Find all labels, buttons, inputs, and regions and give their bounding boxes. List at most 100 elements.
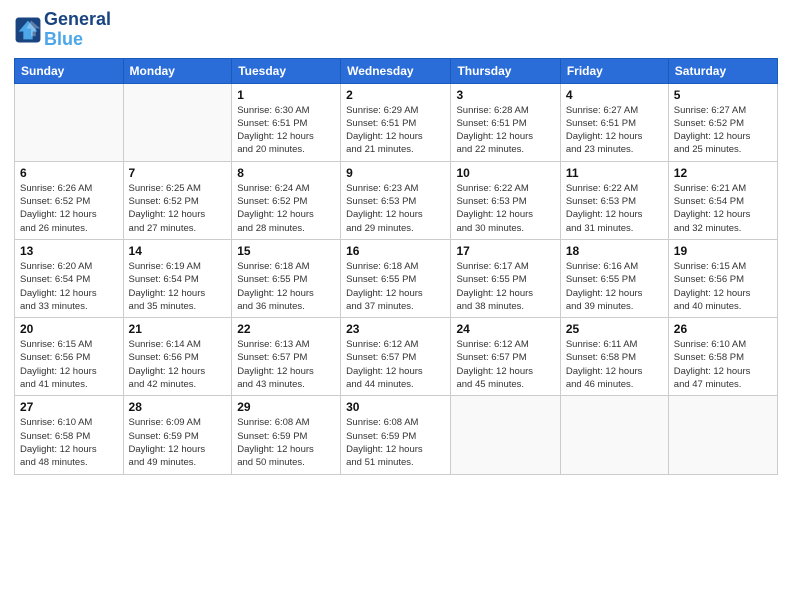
weekday-header-row: SundayMondayTuesdayWednesdayThursdayFrid… [15, 58, 778, 83]
day-number: 1 [237, 88, 335, 102]
day-info: Sunrise: 6:29 AM Sunset: 6:51 PM Dayligh… [346, 104, 445, 157]
day-info: Sunrise: 6:19 AM Sunset: 6:54 PM Dayligh… [129, 260, 227, 313]
calendar-cell: 17 Sunrise: 6:17 AM Sunset: 6:55 PM Dayli… [451, 239, 560, 317]
day-info: Sunrise: 6:20 AM Sunset: 6:54 PM Dayligh… [20, 260, 118, 313]
day-number: 10 [456, 166, 554, 180]
weekday-header-saturday: Saturday [668, 58, 777, 83]
logo: GeneralBlue [14, 10, 111, 50]
day-info: Sunrise: 6:10 AM Sunset: 6:58 PM Dayligh… [674, 338, 772, 391]
day-number: 25 [566, 322, 663, 336]
calendar-cell: 24Sunrise: 6:12 AM Sunset: 6:57 PM Dayli… [451, 318, 560, 396]
weekday-header-tuesday: Tuesday [232, 58, 341, 83]
weekday-header-monday: Monday [123, 58, 232, 83]
day-info: Sunrise: 6:27 AM Sunset: 6:51 PM Dayligh… [566, 104, 663, 157]
day-info: Sunrise: 6:13 AM Sunset: 6:57 PM Dayligh… [237, 338, 335, 391]
calendar-cell: 3 Sunrise: 6:28 AM Sunset: 6:51 PM Daylig… [451, 83, 560, 161]
day-number: 2 [346, 88, 445, 102]
calendar-cell: 18 Sunrise: 6:16 AM Sunset: 6:55 PM Dayli… [560, 239, 668, 317]
day-info: Sunrise: 6:23 AM Sunset: 6:53 PM Dayligh… [346, 182, 445, 235]
day-info: Sunrise: 6:08 AM Sunset: 6:59 PM Dayligh… [346, 416, 445, 469]
day-number: 18 [566, 244, 663, 258]
calendar-cell: 27 Sunrise: 6:10 AM Sunset: 6:58 PM Dayli… [15, 396, 124, 474]
week-row-1: 1 Sunrise: 6:30 AM Sunset: 6:51 PM Daylig… [15, 83, 778, 161]
day-number: 8 [237, 166, 335, 180]
day-info: Sunrise: 6:24 AM Sunset: 6:52 PM Dayligh… [237, 182, 335, 235]
calendar-cell: 16Sunrise: 6:18 AM Sunset: 6:55 PM Dayli… [341, 239, 451, 317]
day-number: 14 [129, 244, 227, 258]
day-info: Sunrise: 6:10 AM Sunset: 6:58 PM Dayligh… [20, 416, 118, 469]
day-info: Sunrise: 6:11 AM Sunset: 6:58 PM Dayligh… [566, 338, 663, 391]
day-info: Sunrise: 6:14 AM Sunset: 6:56 PM Dayligh… [129, 338, 227, 391]
calendar-cell: 1 Sunrise: 6:30 AM Sunset: 6:51 PM Daylig… [232, 83, 341, 161]
day-number: 28 [129, 400, 227, 414]
day-number: 24 [456, 322, 554, 336]
weekday-header-friday: Friday [560, 58, 668, 83]
day-number: 29 [237, 400, 335, 414]
weekday-header-thursday: Thursday [451, 58, 560, 83]
day-number: 5 [674, 88, 772, 102]
day-number: 4 [566, 88, 663, 102]
calendar-cell: 28 Sunrise: 6:09 AM Sunset: 6:59 PM Dayli… [123, 396, 232, 474]
calendar-cell: 4 Sunrise: 6:27 AM Sunset: 6:51 PM Daylig… [560, 83, 668, 161]
day-info: Sunrise: 6:21 AM Sunset: 6:54 PM Dayligh… [674, 182, 772, 235]
day-number: 9 [346, 166, 445, 180]
day-number: 12 [674, 166, 772, 180]
day-number: 11 [566, 166, 663, 180]
day-number: 3 [456, 88, 554, 102]
calendar-cell: 6 Sunrise: 6:26 AM Sunset: 6:52 PM Daylig… [15, 161, 124, 239]
day-info: Sunrise: 6:12 AM Sunset: 6:57 PM Dayligh… [346, 338, 445, 391]
day-info: Sunrise: 6:17 AM Sunset: 6:55 PM Dayligh… [456, 260, 554, 313]
calendar-cell: 29 Sunrise: 6:08 AM Sunset: 6:59 PM Dayli… [232, 396, 341, 474]
calendar-cell [15, 83, 124, 161]
page: GeneralBlue SundayMondayTuesdayWednesday… [0, 0, 792, 612]
calendar-cell: 25 Sunrise: 6:11 AM Sunset: 6:58 PM Dayli… [560, 318, 668, 396]
day-info: Sunrise: 6:28 AM Sunset: 6:51 PM Dayligh… [456, 104, 554, 157]
day-info: Sunrise: 6:30 AM Sunset: 6:51 PM Dayligh… [237, 104, 335, 157]
day-number: 6 [20, 166, 118, 180]
calendar-cell: 23 Sunrise: 6:12 AM Sunset: 6:57 PM Dayli… [341, 318, 451, 396]
day-number: 26 [674, 322, 772, 336]
calendar-cell: 2 Sunrise: 6:29 AM Sunset: 6:51 PM Daylig… [341, 83, 451, 161]
day-info: Sunrise: 6:22 AM Sunset: 6:53 PM Dayligh… [566, 182, 663, 235]
calendar-cell: 9 Sunrise: 6:23 AM Sunset: 6:53 PM Daylig… [341, 161, 451, 239]
day-number: 27 [20, 400, 118, 414]
day-number: 15 [237, 244, 335, 258]
calendar-cell [123, 83, 232, 161]
day-info: Sunrise: 6:16 AM Sunset: 6:55 PM Dayligh… [566, 260, 663, 313]
day-number: 7 [129, 166, 227, 180]
calendar-cell: 19 Sunrise: 6:15 AM Sunset: 6:56 PM Dayli… [668, 239, 777, 317]
day-info: Sunrise: 6:26 AM Sunset: 6:52 PM Dayligh… [20, 182, 118, 235]
day-number: 20 [20, 322, 118, 336]
calendar-cell: 13 Sunrise: 6:20 AM Sunset: 6:54 PM Dayli… [15, 239, 124, 317]
day-info: Sunrise: 6:15 AM Sunset: 6:56 PM Dayligh… [20, 338, 118, 391]
calendar-cell: 30 Sunrise: 6:08 AM Sunset: 6:59 PM Dayli… [341, 396, 451, 474]
week-row-3: 13 Sunrise: 6:20 AM Sunset: 6:54 PM Dayli… [15, 239, 778, 317]
weekday-header-sunday: Sunday [15, 58, 124, 83]
day-info: Sunrise: 6:27 AM Sunset: 6:52 PM Dayligh… [674, 104, 772, 157]
week-row-4: 20 Sunrise: 6:15 AM Sunset: 6:56 PM Dayli… [15, 318, 778, 396]
calendar-cell: 11 Sunrise: 6:22 AM Sunset: 6:53 PM Dayli… [560, 161, 668, 239]
calendar-cell: 20 Sunrise: 6:15 AM Sunset: 6:56 PM Dayli… [15, 318, 124, 396]
day-info: Sunrise: 6:15 AM Sunset: 6:56 PM Dayligh… [674, 260, 772, 313]
day-info: Sunrise: 6:08 AM Sunset: 6:59 PM Dayligh… [237, 416, 335, 469]
day-number: 13 [20, 244, 118, 258]
calendar-cell: 7 Sunrise: 6:25 AM Sunset: 6:52 PM Daylig… [123, 161, 232, 239]
day-number: 19 [674, 244, 772, 258]
calendar-cell: 5 Sunrise: 6:27 AM Sunset: 6:52 PM Daylig… [668, 83, 777, 161]
day-info: Sunrise: 6:09 AM Sunset: 6:59 PM Dayligh… [129, 416, 227, 469]
week-row-5: 27 Sunrise: 6:10 AM Sunset: 6:58 PM Dayli… [15, 396, 778, 474]
day-number: 17 [456, 244, 554, 258]
calendar-cell: 15Sunrise: 6:18 AM Sunset: 6:55 PM Dayli… [232, 239, 341, 317]
day-number: 21 [129, 322, 227, 336]
day-info: Sunrise: 6:25 AM Sunset: 6:52 PM Dayligh… [129, 182, 227, 235]
day-number: 23 [346, 322, 445, 336]
calendar-cell: 14 Sunrise: 6:19 AM Sunset: 6:54 PM Dayli… [123, 239, 232, 317]
header: GeneralBlue [14, 10, 778, 50]
day-number: 30 [346, 400, 445, 414]
day-number: 16 [346, 244, 445, 258]
day-number: 22 [237, 322, 335, 336]
logo-icon [14, 16, 42, 44]
day-info: Sunrise: 6:22 AM Sunset: 6:53 PM Dayligh… [456, 182, 554, 235]
calendar-cell: 8 Sunrise: 6:24 AM Sunset: 6:52 PM Daylig… [232, 161, 341, 239]
logo-text: GeneralBlue [44, 10, 111, 50]
